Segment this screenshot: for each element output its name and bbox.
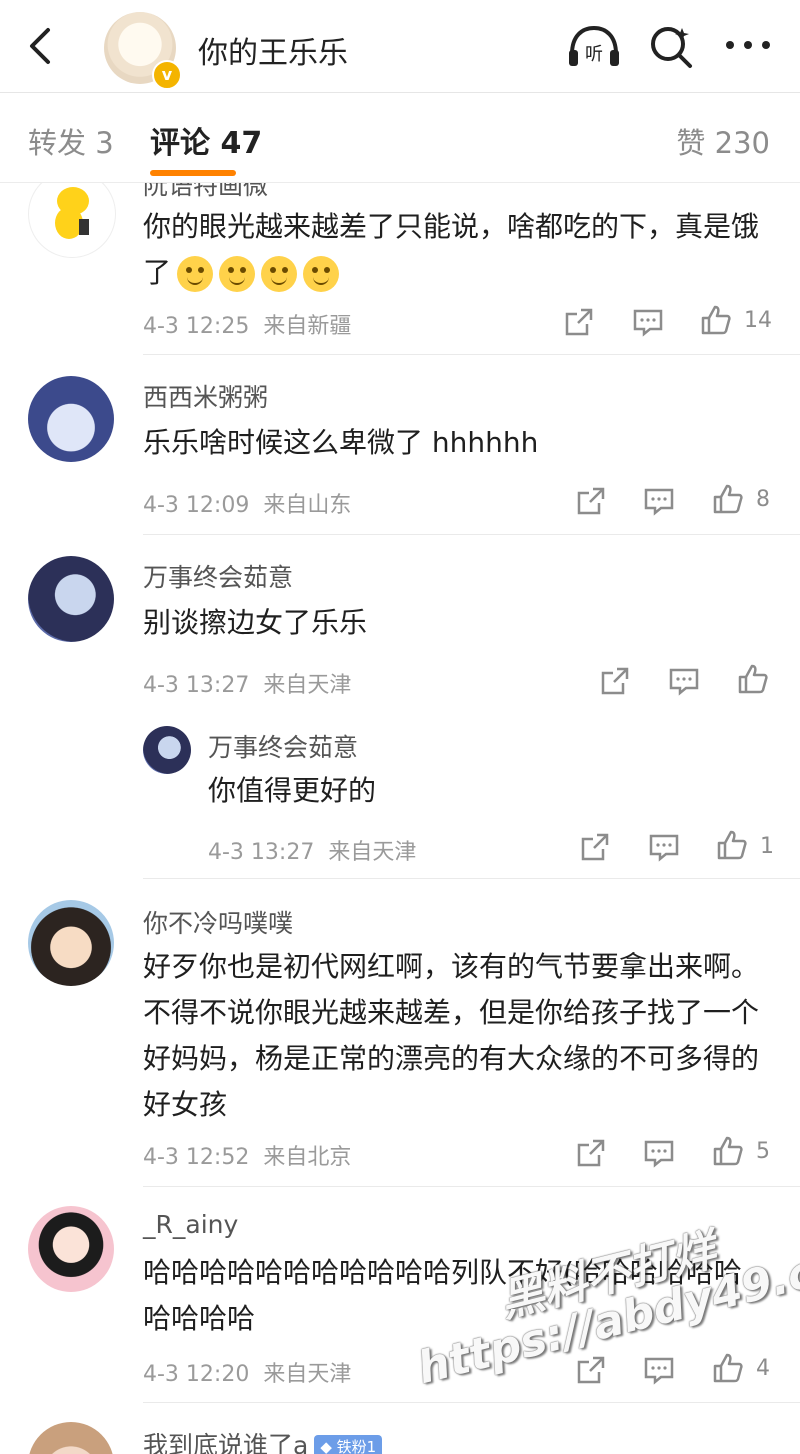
tab-likes[interactable]: 赞 230 xyxy=(676,120,770,162)
username-text: 我到底说谁了a xyxy=(143,1431,309,1454)
user-avatar[interactable] xyxy=(28,376,114,462)
emoji-icon xyxy=(261,256,298,292)
comment-meta: 4-3 13:27 来自天津 xyxy=(208,834,416,866)
tab-repost[interactable]: 转发 3 xyxy=(28,120,114,162)
like-icon[interactable] xyxy=(737,663,769,695)
fan-badge: ◆ 铁粉1 xyxy=(314,1435,383,1454)
share-icon[interactable] xyxy=(579,831,611,863)
reply-icon[interactable] xyxy=(643,485,675,517)
user-avatar[interactable] xyxy=(143,726,191,774)
comment-meta: 4-3 12:52 来自北京 xyxy=(143,1139,351,1171)
more-icon[interactable] xyxy=(724,30,772,60)
comment-date: 4-3 13:27 xyxy=(143,673,250,698)
reply-icon[interactable] xyxy=(643,1137,675,1169)
comment-date: 4-3 12:09 xyxy=(143,493,250,518)
emoji-icon xyxy=(177,256,214,292)
share-icon[interactable] xyxy=(575,485,607,517)
comment-location: 来自天津 xyxy=(263,1362,352,1387)
like-count: 4 xyxy=(756,1356,770,1381)
tab-bar: 转发 3 评论 47 赞 230 xyxy=(0,92,800,183)
divider xyxy=(143,1186,800,1187)
comment-item: 你不冷吗噗噗 好歹你也是初代网红啊，该有的气节要拿出来啊。不得不说你眼光越来越差… xyxy=(0,882,800,1188)
emoji-icon xyxy=(303,256,340,292)
share-icon[interactable] xyxy=(575,1137,607,1169)
search-icon[interactable] xyxy=(648,24,694,70)
page-title[interactable]: 你的王乐乐 xyxy=(198,28,348,72)
comment-meta: 4-3 12:20 来自天津 xyxy=(143,1356,351,1388)
user-avatar[interactable] xyxy=(28,556,114,642)
username[interactable]: 你不冷吗噗噗 xyxy=(143,904,293,940)
like-icon[interactable] xyxy=(712,1135,744,1167)
fan-badge-label: 铁粉1 xyxy=(336,1438,377,1454)
comment-meta: 4-3 13:27 来自天津 xyxy=(143,667,351,699)
comment-meta: 4-3 12:09 来自山东 xyxy=(143,487,351,519)
divider xyxy=(143,1402,800,1403)
comment-location: 来自北京 xyxy=(263,1145,352,1170)
comment-location: 来自天津 xyxy=(263,673,352,698)
share-icon[interactable] xyxy=(599,665,631,697)
reply-icon[interactable] xyxy=(648,831,680,863)
username[interactable]: 西西米粥粥 xyxy=(143,378,268,414)
comment-text: 乐乐啥时候这么卑微了 hhhhhh xyxy=(143,426,539,459)
user-avatar[interactable] xyxy=(28,900,114,986)
comment-date: 4-3 12:20 xyxy=(143,1362,250,1387)
divider xyxy=(143,878,800,879)
active-tab-indicator xyxy=(150,170,236,176)
divider xyxy=(143,534,800,535)
emoji-icon xyxy=(219,256,256,292)
user-avatar[interactable] xyxy=(28,170,116,258)
comment-date: 4-3 12:52 xyxy=(143,1145,250,1170)
comment-item: _R_ainy 哈哈哈哈哈哈哈哈哈哈哈列队不好(哈哈哈哈哈哈哈哈哈哈 4-3 1… xyxy=(0,1188,800,1404)
comment-location: 来自山东 xyxy=(263,493,352,518)
comment-date: 4-3 13:27 xyxy=(208,840,315,865)
comment-item: 万事终会茹意 别谈擦边女了乐乐 4-3 13:27 来自天津 xyxy=(0,540,800,710)
comment-text: 你值得更好的 xyxy=(208,774,377,807)
listen-icon[interactable]: 听 xyxy=(566,24,622,70)
reply-icon[interactable] xyxy=(643,1354,675,1386)
like-count: 1 xyxy=(760,834,774,859)
like-icon[interactable] xyxy=(712,483,744,515)
comment-text: 别谈擦边女了乐乐 xyxy=(143,606,368,639)
comment-location: 来自天津 xyxy=(328,840,417,865)
username[interactable]: 万事终会茹意 xyxy=(208,728,358,764)
comment-text: 好歹你也是初代网红啊，该有的气节要拿出来啊。不得不说你眼光越来越差，但是你给孩子… xyxy=(143,950,760,1121)
like-count: 5 xyxy=(756,1139,770,1164)
comment-text: 哈哈哈哈哈哈哈哈哈哈哈列队不好(哈哈哈哈哈哈哈哈哈哈 xyxy=(143,1256,742,1335)
reply-icon[interactable] xyxy=(668,665,700,697)
comment-item: 阮语特画微 你的眼光越来越差了只能说，啥都吃的下，真是饿了 4-3 12:25 … xyxy=(0,160,800,360)
username[interactable]: _R_ainy xyxy=(143,1210,238,1239)
verified-badge-icon: v xyxy=(152,60,182,90)
username[interactable]: 我到底说谁了a ◆ 铁粉1 xyxy=(143,1426,383,1454)
username[interactable]: 万事终会茹意 xyxy=(143,558,293,594)
tab-comments[interactable]: 评论 47 xyxy=(150,118,262,162)
comment-meta: 4-3 12:25 来自新疆 xyxy=(143,308,351,340)
like-icon[interactable] xyxy=(712,1352,744,1384)
comment-item: 西西米粥粥 乐乐啥时候这么卑微了 hhhhhh 4-3 12:09 来自山东 8 xyxy=(0,360,800,540)
comment-item: 我到底说谁了a ◆ 铁粉1 xyxy=(0,1404,800,1454)
like-count: 8 xyxy=(756,487,770,512)
user-avatar[interactable] xyxy=(28,1422,114,1454)
share-icon[interactable] xyxy=(563,306,595,338)
top-bar: v 你的王乐乐 听 xyxy=(0,0,800,93)
share-icon[interactable] xyxy=(575,1354,607,1386)
like-icon[interactable] xyxy=(716,829,748,861)
like-count: 14 xyxy=(744,308,772,333)
comment-location: 来自新疆 xyxy=(263,314,352,339)
reply-item: 万事终会茹意 你值得更好的 4-3 13:27 来自天津 1 xyxy=(0,710,800,882)
comment-text: 你的眼光越来越差了只能说，啥都吃的下，真是饿了 xyxy=(143,204,763,296)
user-avatar[interactable] xyxy=(28,1206,114,1292)
like-icon[interactable] xyxy=(700,304,732,336)
reply-icon[interactable] xyxy=(632,306,664,338)
listen-label: 听 xyxy=(585,44,603,65)
divider xyxy=(143,354,800,355)
back-chevron-icon[interactable] xyxy=(22,26,58,66)
comment-date: 4-3 12:25 xyxy=(143,314,250,339)
